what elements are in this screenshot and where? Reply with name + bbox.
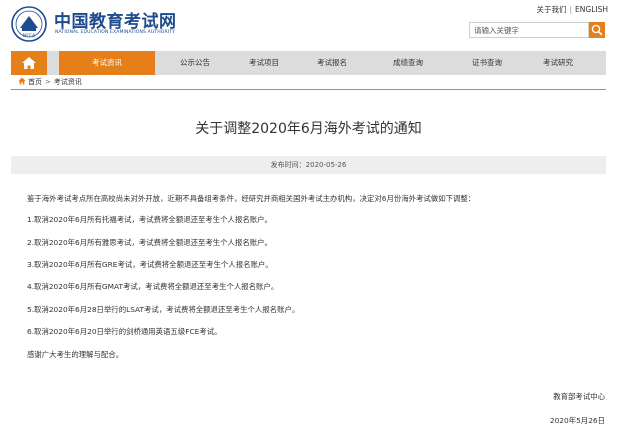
- english-link[interactable]: ENGLISH: [575, 5, 608, 14]
- search-box: [469, 22, 605, 38]
- site-logo-subtitle: NATIONAL EDUCATION EXAMINATIONS AUTHORIT…: [55, 30, 176, 35]
- nav-item-exam-research[interactable]: 考试研究: [510, 51, 606, 75]
- search-input[interactable]: [469, 22, 589, 38]
- neea-emblem-icon[interactable]: NEEA: [11, 6, 47, 42]
- article-sign-date: 2020年5月26日: [549, 416, 605, 425]
- about-us-link[interactable]: 关于我们: [537, 5, 567, 14]
- breadcrumb: 首页 > 考试资讯: [18, 77, 82, 87]
- article-paragraph: 4.取消2020年6月所有GMAT考试，考试费将全额退还至考生个人报名账户。: [27, 282, 279, 291]
- site-header: NEEA 中国教育考试网 NATIONAL EDUCATION EXAMINAT…: [0, 0, 640, 48]
- article-paragraph: 1.取消2020年6月所有托福考试，考试费将全额退还至考生个人报名账户。: [27, 215, 272, 224]
- nav-home-button[interactable]: [11, 51, 47, 75]
- main-nav: 考试资讯 公示公告 考试项目 考试报名 成绩查询 证书查询 考试研究: [11, 51, 606, 75]
- search-button[interactable]: [589, 22, 605, 38]
- home-icon: [22, 57, 36, 69]
- breadcrumb-current[interactable]: 考试资讯: [54, 78, 82, 86]
- article-title: 关于调整2020年6月海外考试的通知: [195, 121, 422, 137]
- breadcrumb-home[interactable]: 首页: [28, 78, 42, 86]
- article-paragraph: 2.取消2020年6月所有雅思考试，考试费将全额退还至考生个人报名账户。: [27, 238, 272, 247]
- svg-text:NEEA: NEEA: [23, 33, 36, 39]
- nav-item-exam-news[interactable]: 考试资讯: [59, 51, 155, 75]
- top-links: 关于我们 | ENGLISH: [537, 4, 608, 15]
- site-logo-title[interactable]: 中国教育考试网: [54, 7, 177, 32]
- search-icon: [591, 24, 603, 36]
- article-paragraph: 6.取消2020年6月20日举行的剑桥通用英语五级FCE考试。: [27, 327, 222, 336]
- top-link-separator: |: [569, 5, 573, 14]
- article-paragraph: 感谢广大考生的理解与配合。: [27, 350, 124, 359]
- breadcrumb-separator: >: [45, 78, 51, 86]
- article-paragraph: 鉴于海外考试考点所在高校尚未对外开放，近期不具备组考条件，经研究并商相关国外考试…: [27, 194, 476, 203]
- article-paragraph: 5.取消2020年6月28日举行的LSAT考试，考试费将全额退还至考生个人报名账…: [27, 305, 300, 314]
- publish-date-bar: 发布时间：2020-05-26: [11, 156, 606, 174]
- article-paragraph: 3.取消2020年6月所有GRE考试，考试费将全额退还至考生个人报名账户。: [27, 260, 273, 269]
- article-signature: 教育部考试中心: [553, 392, 605, 401]
- breadcrumb-home-icon: [18, 77, 26, 87]
- breadcrumb-divider: [11, 89, 606, 90]
